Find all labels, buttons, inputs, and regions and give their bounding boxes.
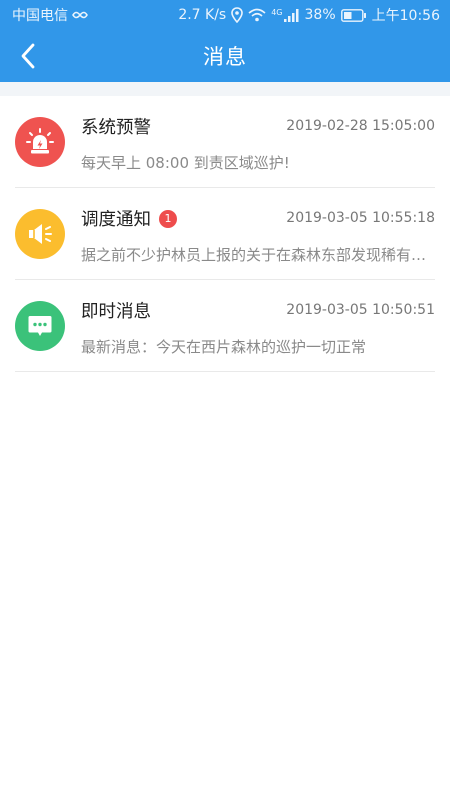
- top-bar: 中国电信 2.7 K/s 4G 38% 上午10:56 消息: [0, 0, 450, 82]
- status-bar: 中国电信 2.7 K/s 4G 38% 上午10:56: [0, 0, 450, 30]
- page-title: 消息: [203, 45, 247, 69]
- status-right: 2.7 K/s 4G 38% 上午10:56: [178, 5, 440, 25]
- chat-bubble-icon: [28, 316, 52, 336]
- network-speed: 2.7 K/s: [178, 7, 227, 23]
- message-title: 即时消息: [81, 298, 151, 323]
- network-type: 4G: [271, 7, 283, 17]
- message-title: 系统预警: [81, 114, 151, 139]
- battery-percent: 38%: [304, 7, 336, 23]
- message-title-text: 即时消息: [81, 302, 151, 322]
- message-time: 2019-02-28 15:05:00: [286, 118, 435, 134]
- message-item-dispatch-notice[interactable]: 调度通知 1 2019-03-05 10:55:18 据之前不少护林员上报的关于…: [15, 188, 435, 280]
- carrier-label: 中国电信: [12, 8, 68, 24]
- status-left: 中国电信: [12, 5, 88, 25]
- message-title: 调度通知 1: [81, 206, 177, 231]
- message-item-instant-message[interactable]: 即时消息 2019-03-05 10:50:51 最新消息：今天在西片森林的巡护…: [15, 280, 435, 372]
- clock: 上午10:56: [371, 8, 440, 24]
- message-item-system-alert[interactable]: 系统预警 2019-02-28 15:05:00 每天早上 08:00 到责区域…: [15, 96, 435, 188]
- back-button[interactable]: [10, 38, 46, 74]
- wifi-icon: [248, 8, 266, 22]
- message-time: 2019-03-05 10:50:51: [286, 302, 435, 318]
- battery-icon: [340, 8, 367, 22]
- unread-badge: 1: [159, 209, 177, 228]
- avatar: [15, 209, 65, 259]
- section-divider: [0, 82, 450, 96]
- message-list: 系统预警 2019-02-28 15:05:00 每天早上 08:00 到责区域…: [0, 96, 450, 372]
- nav-bar: 消息: [0, 30, 450, 82]
- avatar: [15, 301, 65, 351]
- avatar: [15, 117, 65, 167]
- message-time: 2019-03-05 10:55:18: [286, 210, 435, 226]
- chevron-left-icon: [21, 43, 35, 69]
- message-preview: 最新消息：今天在西片森林的巡护一切正常: [81, 338, 367, 356]
- location-icon: [231, 7, 244, 23]
- message-preview: 据之前不少护林员上报的关于在森林东部发现稀有植物的情况: [81, 246, 435, 264]
- message-title-text: 系统预警: [81, 118, 151, 138]
- carrier-logo-icon: [72, 9, 88, 21]
- speaker-icon: [29, 224, 52, 244]
- signal-icon: 4G: [271, 7, 299, 22]
- message-title-text: 调度通知: [81, 210, 151, 230]
- alarm-light-icon: [26, 128, 54, 154]
- message-preview: 每天早上 08:00 到责区域巡护!: [81, 154, 290, 172]
